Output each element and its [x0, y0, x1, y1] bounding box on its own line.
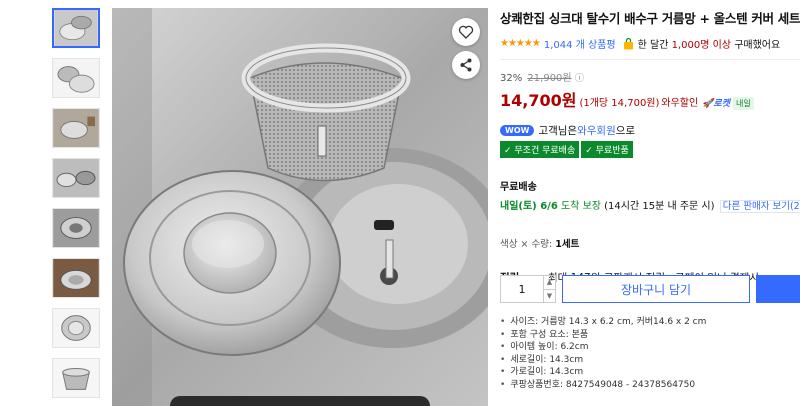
- shipping-title: 무료배송: [500, 182, 537, 193]
- heart-icon: [458, 25, 474, 39]
- spec-list: 사이즈: 거름망 14.3 x 6.2 cm, 커버14.6 x 2 cm 포함…: [500, 316, 800, 392]
- quantity-buttons: ▲ ▼: [543, 276, 555, 302]
- naeil-badge: 내일: [733, 97, 754, 110]
- thumbnail-2[interactable]: [52, 58, 100, 98]
- product-info-panel: 상쾌한집 싱크대 탈수기 배수구 거름망 + 올스텐 커버 세트 ★★★★★ 1…: [500, 8, 800, 285]
- thumbnail-3[interactable]: [52, 108, 100, 148]
- thumbnail-7[interactable]: [52, 308, 100, 348]
- quantity-stepper: ▲ ▼: [500, 275, 556, 303]
- membership-row: WOW 고객님은 와우회원 으로: [500, 123, 800, 138]
- share-button[interactable]: [452, 51, 480, 79]
- spec-item: 가로길이: 14.3cm: [500, 366, 800, 379]
- option-label: 색상 × 수량:: [500, 239, 553, 250]
- thumbnail-5[interactable]: [52, 208, 100, 248]
- spec-item: 사이즈: 거름망 14.3 x 6.2 cm, 커버14.6 x 2 cm: [500, 316, 800, 329]
- add-to-cart-button[interactable]: 장바구니 담기: [562, 275, 750, 303]
- purchase-controls: ▲ ▼ 장바구니 담기: [500, 275, 800, 303]
- thumbnail-8[interactable]: [52, 358, 100, 398]
- purchase-count: 1,000명 이상: [671, 40, 732, 51]
- benefit-tags: ✓ 무조건 무료배송 ✓ 무료반품: [500, 141, 800, 158]
- option-value: 1세트: [555, 239, 580, 250]
- rating-row: ★★★★★ 1,044 개 상품평 한 달간 1,000명 이상 구매했어요: [500, 36, 800, 51]
- membership-text-suffix: 으로: [615, 125, 636, 137]
- original-price: 21,900원: [527, 73, 572, 84]
- spec-item: 포함 구성 요소: 본품: [500, 329, 800, 342]
- option-row: 색상 × 수량: 1세트: [500, 236, 800, 250]
- unit-price: (1개당 14,700원): [579, 98, 660, 109]
- membership-text-prefix: 고객님은: [538, 125, 578, 137]
- wow-discount-label: 와우할인: [661, 98, 699, 109]
- discount-row: 32% 21,900원 ⓘ: [500, 69, 800, 84]
- purchase-prefix: 한 달간: [637, 40, 669, 51]
- wow-badge: WOW: [500, 125, 535, 136]
- discount-rate: 32%: [500, 73, 523, 84]
- product-title: 상쾌한집 싱크대 탈수기 배수구 거름망 + 올스텐 커버 세트: [500, 11, 800, 26]
- bottom-overlay-pill: [170, 396, 430, 406]
- spec-item: 아이템 높이: 6.2cm: [500, 341, 800, 354]
- thumbnail-list: [52, 8, 102, 406]
- purchase-stat: 한 달간 1,000명 이상 구매했어요: [638, 36, 781, 51]
- spec-item: 세로길이: 14.3cm: [500, 354, 800, 367]
- thumbnail-6[interactable]: [52, 258, 100, 298]
- main-product-image: [112, 8, 488, 406]
- quantity-down-button[interactable]: ▼: [544, 290, 555, 303]
- free-return-tag: ✓ 무료반품: [581, 141, 633, 158]
- purchase-suffix: 구매했어요: [734, 40, 781, 51]
- price-row: 14,700원 (1개당 14,700원) 와우할인 🚀로켓 내일: [500, 87, 800, 111]
- rating-stars: ★★★★★: [500, 38, 541, 49]
- delivery-guarantee: 도착 보장: [560, 201, 601, 212]
- review-count-link[interactable]: 1,044 개 상품평: [544, 36, 616, 51]
- info-icon[interactable]: ⓘ: [575, 74, 584, 84]
- quantity-up-button[interactable]: ▲: [544, 276, 555, 290]
- buy-now-button[interactable]: [756, 275, 800, 303]
- thumbnail-1[interactable]: [52, 8, 100, 48]
- rocket-badge: 🚀로켓: [702, 99, 730, 109]
- quantity-input[interactable]: [501, 276, 543, 302]
- wishlist-button[interactable]: [452, 18, 480, 46]
- sale-price: 14,700원: [500, 91, 577, 110]
- other-sellers-button[interactable]: 다른 판매자 보기(2): [719, 200, 800, 213]
- free-shipping-tag: ✓ 무조건 무료배송: [500, 141, 580, 158]
- membership-name: 와우회원: [577, 125, 616, 137]
- order-deadline: (14시간 15분 내 주문 시): [604, 201, 715, 212]
- thumbnail-4[interactable]: [52, 158, 100, 198]
- delivery-date: 내일(토) 6/6: [500, 201, 558, 212]
- shopping-bag-icon: [623, 37, 633, 49]
- divider: [500, 59, 800, 60]
- share-icon: [460, 58, 472, 72]
- spec-item: 쿠팡상품번호: 8427549048 - 24378564750: [500, 379, 800, 392]
- delivery-row: 내일(토) 6/6 도착 보장 (14시간 15분 내 주문 시) 다른 판매자…: [500, 197, 800, 213]
